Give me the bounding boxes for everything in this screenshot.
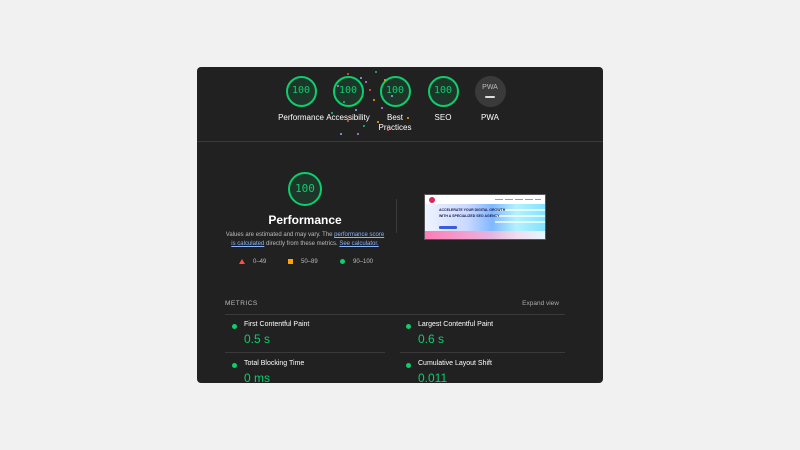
category-gauges: 100 Performance 100 Accessibility 100 Be…: [197, 67, 603, 141]
confetti-icon: [347, 120, 349, 122]
performance-title: Performance: [268, 213, 342, 227]
performance-score-gauge: 100: [288, 172, 322, 206]
gauge-score: 100: [332, 76, 364, 107]
metric-value: 0 ms: [244, 371, 271, 383]
metric-value: 0.011: [418, 371, 448, 383]
confetti-icon: [373, 99, 375, 101]
vertical-divider: [396, 199, 397, 233]
triangle-icon: [239, 259, 245, 264]
nav-item: [525, 199, 533, 200]
metric-name: First Contentful Paint: [244, 321, 310, 328]
gauge-score: 100: [427, 76, 459, 107]
nav-item: [505, 199, 513, 200]
confetti-icon: [360, 77, 362, 79]
legend-poor-label: 0–49: [253, 259, 267, 265]
lighthouse-report-panel: 100 Performance 100 Accessibility 100 Be…: [197, 67, 603, 383]
gauge-pwa[interactable]: PWA PWA: [455, 76, 525, 123]
confetti-icon: [340, 133, 342, 135]
confetti-icon: [363, 125, 365, 127]
pwa-badge-text: PWA: [482, 84, 498, 91]
confetti-icon: [375, 71, 377, 73]
section-divider: [197, 141, 603, 142]
hero-cta-button: [439, 226, 457, 229]
circle-icon: [340, 259, 345, 264]
pass-dot-icon: [232, 363, 237, 368]
metrics-header-divider: [225, 314, 565, 315]
legend-good-label: 90–100: [353, 259, 374, 265]
confetti-icon: [365, 81, 367, 83]
confetti-icon: [387, 129, 389, 131]
legend-average: 50–89: [288, 259, 318, 265]
confetti-icon: [347, 73, 349, 75]
performance-description: Values are estimated and may vary. The p…: [223, 231, 387, 249]
metric-name: Largest Contentful Paint: [418, 321, 494, 328]
metrics-section-label: METRICS: [225, 300, 258, 307]
pass-dot-icon: [232, 324, 237, 329]
square-icon: [288, 259, 293, 264]
gauge-score: 100: [285, 76, 317, 107]
desc-text: Values are estimated and may vary. The: [225, 232, 335, 238]
confetti-icon: [337, 85, 339, 87]
metric-name: Total Blocking Time: [244, 360, 305, 367]
pwa-badge-icon: PWA: [474, 76, 506, 107]
pass-dot-icon: [406, 324, 411, 329]
confetti-icon: [381, 107, 383, 109]
screenshot-headline: ACCELERATE YOUR DIGITAL GROWTH WITH A SP…: [439, 207, 505, 219]
metric-value: 0.6 s: [418, 332, 445, 346]
nav-item: [515, 199, 523, 200]
legend-poor: 0–49: [239, 259, 266, 265]
confetti-icon: [331, 112, 333, 114]
confetti-icon: [384, 79, 386, 81]
metric-row-divider: [225, 352, 385, 353]
confetti-icon: [357, 133, 359, 135]
pwa-dash: [485, 96, 495, 98]
see-calculator-link[interactable]: See calculator.: [339, 241, 378, 247]
headline-line: WITH A SPECIALIZED SEO AGENCY: [439, 214, 500, 218]
confetti-icon: [407, 117, 409, 119]
nav-item: [535, 199, 541, 200]
hero-stripe: [495, 221, 545, 223]
final-screenshot-thumbnail[interactable]: ACCELERATE YOUR DIGITAL GROWTH WITH A SP…: [424, 194, 546, 240]
confetti-icon: [377, 121, 379, 123]
confetti-icon: [391, 95, 393, 97]
site-logo-icon: [429, 197, 435, 203]
gauge-label: PWA: [481, 113, 499, 122]
desc-text: directly from these metrics.: [264, 241, 340, 247]
expand-view-button[interactable]: Expand view: [522, 300, 559, 307]
confetti-icon: [369, 89, 371, 91]
metric-row-divider: [400, 352, 565, 353]
pass-dot-icon: [406, 363, 411, 368]
confetti-icon: [355, 109, 357, 111]
legend-good: 90–100: [340, 259, 373, 265]
nav-item: [495, 199, 503, 200]
legend-average-label: 50–89: [301, 259, 318, 265]
confetti-icon: [343, 101, 345, 103]
metric-name: Cumulative Layout Shift: [418, 360, 492, 367]
metric-value: 0.5 s: [244, 332, 271, 346]
